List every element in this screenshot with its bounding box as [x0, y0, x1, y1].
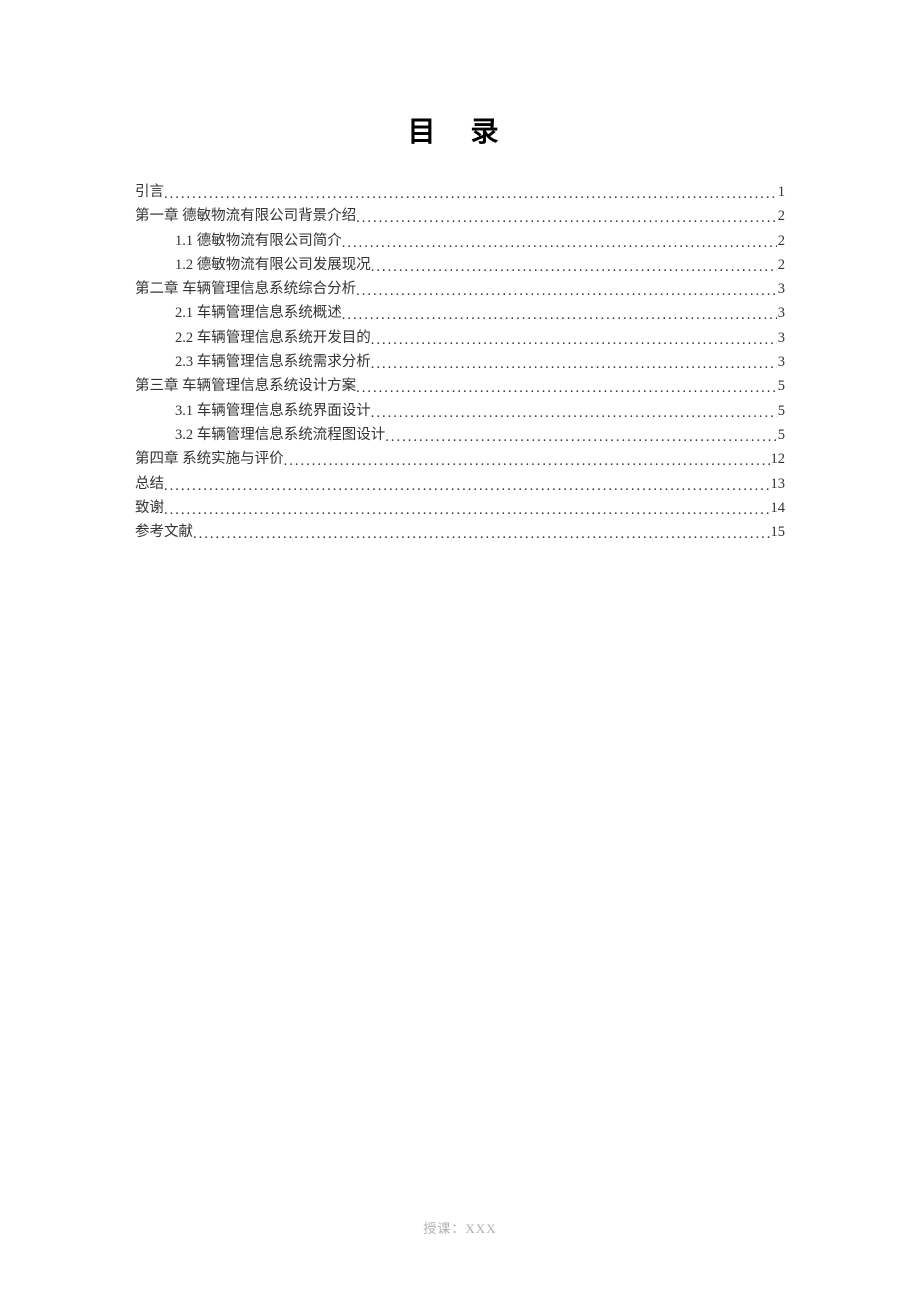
toc-entry: 第二章 车辆管理信息系统综合分析 3 — [135, 277, 785, 301]
toc-leader-dots — [371, 328, 777, 352]
toc-entry-label: 2.2 车辆管理信息系统开发目的 — [175, 326, 371, 350]
toc-entry-page: 3 — [777, 277, 785, 301]
page-footer: 授课：XXX — [0, 1218, 920, 1237]
toc-entry-label: 致谢 — [135, 496, 164, 520]
toc-entry-label: 1.2 德敏物流有限公司发展现况 — [175, 253, 371, 277]
toc-entry: 2.1 车辆管理信息系统概述 3 — [135, 301, 785, 325]
toc-leader-dots — [356, 206, 777, 230]
toc-entry-label: 参考文献 — [135, 520, 193, 544]
toc-list: 引言1第一章 德敏物流有限公司背景介绍21.1 德敏物流有限公司简介21.2 德… — [135, 180, 785, 544]
toc-entry-page: 12 — [770, 447, 786, 471]
toc-entry-label: 3.2 车辆管理信息系统流程图设计 — [175, 423, 385, 447]
toc-leader-dots — [385, 425, 777, 449]
toc-leader-dots — [164, 498, 770, 522]
toc-entry: 2.3 车辆管理信息系统需求分析 3 — [135, 350, 785, 374]
toc-leader-dots — [164, 474, 770, 498]
toc-entry: 总结 13 — [135, 472, 785, 496]
toc-leader-dots — [371, 401, 777, 425]
toc-entry: 3.1 车辆管理信息系统界面设计 5 — [135, 399, 785, 423]
toc-leader-dots — [371, 352, 777, 376]
toc-entry-label: 第二章 车辆管理信息系统综合分析 — [135, 277, 356, 301]
toc-leader-dots — [284, 449, 770, 473]
toc-entry-label: 2.1 车辆管理信息系统概述 — [175, 301, 342, 325]
toc-title: 目 录 — [135, 110, 785, 150]
toc-entry: 引言 1 — [135, 180, 785, 204]
toc-entry-label: 第四章 系统实施与评价 — [135, 447, 284, 471]
toc-leader-dots — [164, 182, 777, 206]
toc-entry-page: 2 — [777, 253, 785, 277]
toc-entry-label: 引言 — [135, 180, 164, 204]
toc-leader-dots — [356, 279, 777, 303]
toc-entry-page: 1 — [777, 180, 785, 204]
page-content: 目 录 引言1第一章 德敏物流有限公司背景介绍21.1 德敏物流有限公司简介21… — [0, 0, 920, 544]
toc-entry: 参考文献 15 — [135, 520, 785, 544]
toc-entry-label: 1.1 德敏物流有限公司简介 — [175, 229, 342, 253]
toc-entry: 2.2 车辆管理信息系统开发目的 3 — [135, 326, 785, 350]
toc-entry: 1.1 德敏物流有限公司简介 2 — [135, 229, 785, 253]
toc-entry-label: 第三章 车辆管理信息系统设计方案 — [135, 374, 356, 398]
toc-entry-page: 5 — [777, 374, 785, 398]
toc-entry-page: 3 — [777, 301, 785, 325]
toc-leader-dots — [193, 522, 770, 546]
toc-entry-label: 2.3 车辆管理信息系统需求分析 — [175, 350, 371, 374]
toc-entry: 致谢 14 — [135, 496, 785, 520]
toc-entry-page: 3 — [777, 326, 785, 350]
toc-leader-dots — [342, 303, 777, 327]
toc-entry-page: 5 — [777, 399, 785, 423]
toc-entry-label: 总结 — [135, 472, 164, 496]
toc-entry: 3.2 车辆管理信息系统流程图设计 5 — [135, 423, 785, 447]
toc-entry-page: 15 — [770, 520, 786, 544]
toc-leader-dots — [342, 231, 777, 255]
toc-entry: 1.2 德敏物流有限公司发展现况 2 — [135, 253, 785, 277]
toc-entry-page: 3 — [777, 350, 785, 374]
toc-leader-dots — [371, 255, 777, 279]
toc-entry-page: 2 — [777, 204, 785, 228]
toc-entry-label: 3.1 车辆管理信息系统界面设计 — [175, 399, 371, 423]
toc-entry-page: 2 — [777, 229, 785, 253]
toc-entry-page: 14 — [770, 496, 786, 520]
toc-entry: 第四章 系统实施与评价 12 — [135, 447, 785, 471]
toc-entry-page: 5 — [777, 423, 785, 447]
toc-entry-page: 13 — [770, 472, 786, 496]
toc-entry-label: 第一章 德敏物流有限公司背景介绍 — [135, 204, 356, 228]
toc-entry: 第三章 车辆管理信息系统设计方案 5 — [135, 374, 785, 398]
toc-entry: 第一章 德敏物流有限公司背景介绍 2 — [135, 204, 785, 228]
toc-leader-dots — [356, 376, 777, 400]
